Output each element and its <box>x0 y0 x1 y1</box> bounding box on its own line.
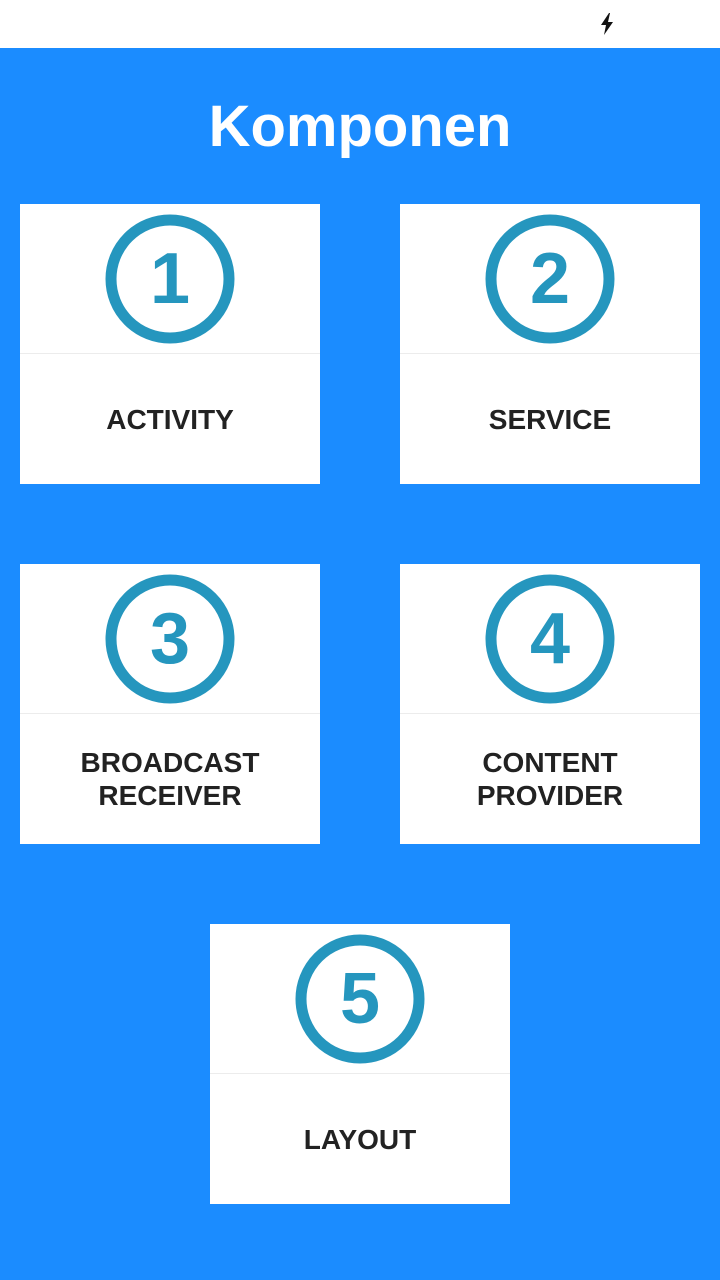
card-number: 2 <box>530 239 570 319</box>
number-1-circle-icon: 1 <box>105 214 235 344</box>
card-icon-area: 4 <box>400 564 700 714</box>
page-title: Komponen <box>208 94 512 159</box>
card-layout[interactable]: 5 LAYOUT <box>210 924 510 1204</box>
card-number: 1 <box>150 239 190 319</box>
card-number: 4 <box>530 599 570 679</box>
card-icon-area: 3 <box>20 564 320 714</box>
card-label-area: CONTENT PROVIDER <box>400 714 700 844</box>
card-number: 5 <box>340 959 380 1039</box>
card-label: BROADCAST RECEIVER <box>80 747 260 811</box>
card-label: CONTENT PROVIDER <box>476 747 624 811</box>
card-label-area: SERVICE <box>400 354 700 484</box>
card-number: 3 <box>150 599 190 679</box>
card-content-provider[interactable]: 4 CONTENT PROVIDER <box>400 564 700 844</box>
number-3-circle-icon: 3 <box>105 574 235 704</box>
charging-bolt-icon <box>601 13 613 35</box>
card-broadcast-receiver[interactable]: 3 BROADCAST RECEIVER <box>20 564 320 844</box>
number-5-circle-icon: 5 <box>295 934 425 1064</box>
card-icon-area: 2 <box>400 204 700 354</box>
card-service[interactable]: 2 SERVICE <box>400 204 700 484</box>
card-label-area: BROADCAST RECEIVER <box>20 714 320 844</box>
card-icon-area: 1 <box>20 204 320 354</box>
card-icon-area: 5 <box>210 924 510 1074</box>
card-activity[interactable]: 1 ACTIVITY <box>20 204 320 484</box>
card-label: ACTIVITY <box>106 403 234 435</box>
number-2-circle-icon: 2 <box>485 214 615 344</box>
card-label: SERVICE <box>488 403 612 435</box>
card-label: LAYOUT <box>303 1123 417 1155</box>
card-label-area: LAYOUT <box>210 1074 510 1204</box>
status-bar <box>0 0 720 48</box>
number-4-circle-icon: 4 <box>485 574 615 704</box>
card-label-area: ACTIVITY <box>20 354 320 484</box>
